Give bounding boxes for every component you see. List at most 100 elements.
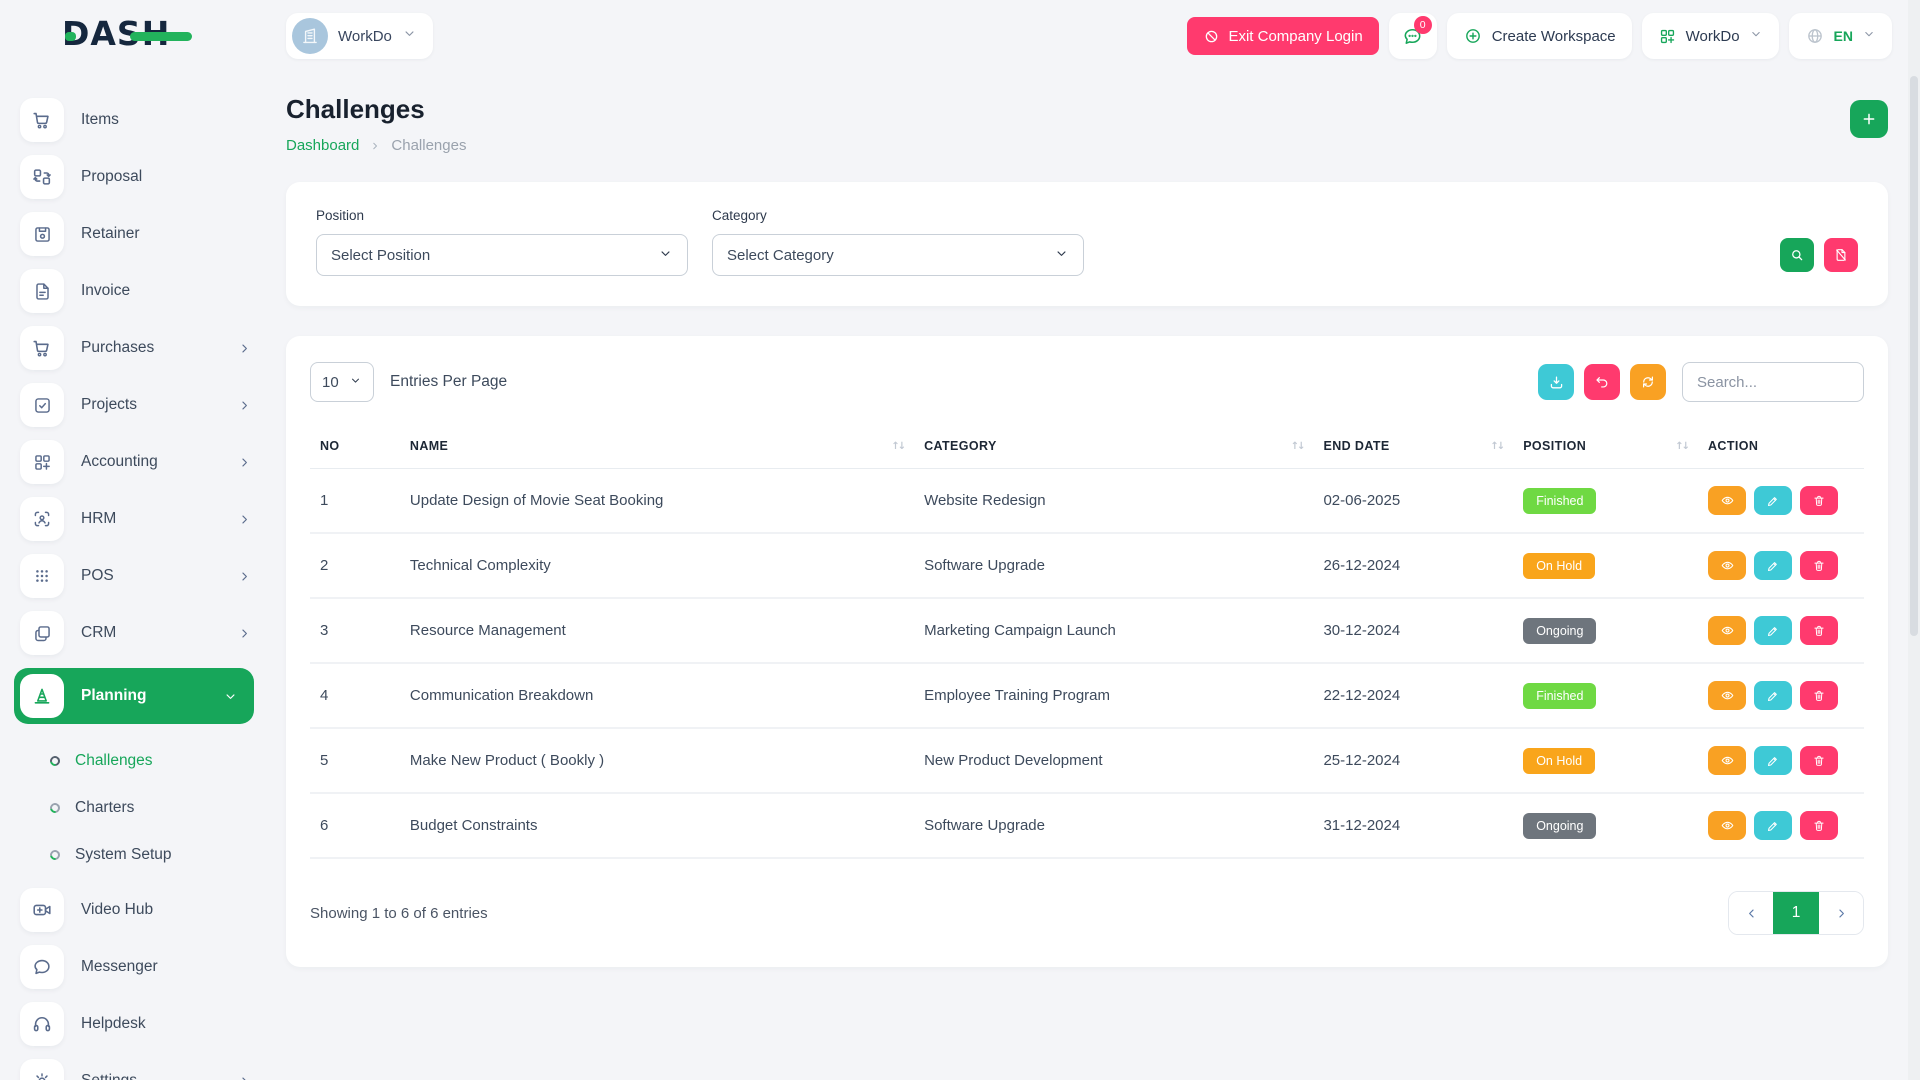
page-header: Challenges Dashboard Challenges [286, 94, 1888, 154]
undo-button[interactable] [1584, 364, 1620, 400]
sort-icon[interactable]: ↑↓ [1490, 441, 1503, 452]
edit-button[interactable] [1754, 616, 1792, 645]
create-workspace-button[interactable]: Create Workspace [1447, 13, 1632, 59]
workdo-menu-dropdown[interactable]: WorkDo [1642, 13, 1779, 59]
grid-plus-icon [1658, 27, 1677, 46]
sidebar-item-planning[interactable]: Planning [14, 668, 254, 724]
reset-filter-button[interactable] [1824, 238, 1858, 272]
sidebar-item-purchases[interactable]: Purchases [20, 326, 252, 370]
view-button[interactable] [1708, 551, 1746, 580]
breadcrumb-current: Challenges [391, 137, 466, 154]
view-button[interactable] [1708, 616, 1746, 645]
sidebar-item-proposal[interactable]: Proposal [20, 155, 252, 199]
delete-button[interactable] [1800, 681, 1838, 710]
entries-per-page-select[interactable]: 10 [310, 362, 374, 402]
delete-button[interactable] [1800, 486, 1838, 515]
view-button[interactable] [1708, 746, 1746, 775]
chevron-right-icon [369, 140, 381, 152]
row-actions [1708, 551, 1854, 580]
cell-end-date: 30-12-2024 [1313, 598, 1513, 663]
sidebar-subitem-system-setup[interactable]: System Setup [20, 831, 252, 878]
sort-icon[interactable]: ↑↓ [1291, 441, 1304, 452]
messages-button[interactable]: 0 [1389, 13, 1437, 59]
pagination-next-button[interactable] [1819, 892, 1863, 934]
chevron-down-icon [1054, 246, 1069, 265]
sidebar-item-settings[interactable]: Settings [20, 1059, 252, 1080]
column-header-name[interactable]: NAME↑↓ [400, 424, 914, 469]
sidebar-item-helpdesk[interactable]: Helpdesk [20, 1002, 252, 1046]
trash-icon [1812, 559, 1826, 573]
check-square-icon [20, 383, 64, 427]
pagination-prev-button[interactable] [1729, 892, 1773, 934]
export-button[interactable] [1538, 364, 1574, 400]
edit-button[interactable] [1754, 681, 1792, 710]
eye-icon [1720, 753, 1735, 768]
status-badge: Ongoing [1523, 618, 1596, 644]
cell-category: Website Redesign [914, 469, 1313, 534]
delete-button[interactable] [1800, 746, 1838, 775]
chevron-down-icon [223, 689, 238, 704]
status-badge: On Hold [1523, 748, 1595, 774]
chevron-right-icon [237, 341, 252, 356]
sidebar-subitem-charters[interactable]: Charters [20, 784, 252, 831]
sidebar-item-projects[interactable]: Projects [20, 383, 252, 427]
pencil-icon [1766, 559, 1780, 573]
delete-button[interactable] [1800, 811, 1838, 840]
exit-company-login-button[interactable]: Exit Company Login [1187, 17, 1378, 55]
cell-name: Make New Product ( Bookly ) [400, 728, 914, 793]
page-scrollbar[interactable] [1908, 0, 1920, 1080]
column-header-category[interactable]: CATEGORY↑↓ [914, 424, 1313, 469]
create-challenge-button[interactable] [1850, 100, 1888, 138]
sidebar-item-accounting[interactable]: Accounting [20, 440, 252, 484]
delete-button[interactable] [1800, 551, 1838, 580]
cart-icon [20, 98, 64, 142]
sidebar-item-crm[interactable]: CRM [20, 611, 252, 655]
sort-icon[interactable]: ↑↓ [1675, 441, 1688, 452]
pagination-current-page[interactable]: 1 [1773, 892, 1819, 934]
sidebar-item-invoice[interactable]: Invoice [20, 269, 252, 313]
trash-icon [1812, 689, 1826, 703]
edit-button[interactable] [1754, 746, 1792, 775]
search-icon [1789, 247, 1805, 263]
workspace-selector[interactable]: WorkDo [286, 13, 433, 59]
chevron-left-icon [1744, 906, 1759, 921]
edit-button[interactable] [1754, 486, 1792, 515]
column-header-end-date[interactable]: END DATE↑↓ [1313, 424, 1513, 469]
edit-button[interactable] [1754, 551, 1792, 580]
position-filter-label: Position [316, 208, 688, 223]
scrollbar-thumb[interactable] [1910, 76, 1918, 636]
edit-button[interactable] [1754, 811, 1792, 840]
sidebar-subitem-challenges[interactable]: Challenges [20, 737, 252, 784]
topbar: DASH WorkDo Exit Company Login 0 Create … [0, 0, 1920, 72]
pagination: 1 [1728, 891, 1864, 935]
table-row: 2 Technical Complexity Software Upgrade … [310, 533, 1864, 598]
plus-circle-icon [1463, 26, 1483, 46]
logo-accent-dash [130, 32, 192, 41]
refresh-button[interactable] [1630, 364, 1666, 400]
delete-button[interactable] [1800, 616, 1838, 645]
position-select[interactable]: Select Position [316, 234, 688, 276]
sidebar-item-retainer[interactable]: Retainer [20, 212, 252, 256]
table-search-input[interactable] [1682, 362, 1864, 402]
breadcrumb-dashboard-link[interactable]: Dashboard [286, 137, 359, 154]
view-button[interactable] [1708, 811, 1746, 840]
sort-icon[interactable]: ↑↓ [891, 441, 904, 452]
view-button[interactable] [1708, 486, 1746, 515]
eye-icon [1720, 623, 1735, 638]
sidebar-item-items[interactable]: Items [20, 98, 252, 142]
cell-no: 1 [310, 469, 400, 534]
chevron-right-icon [237, 398, 252, 413]
view-button[interactable] [1708, 681, 1746, 710]
eye-icon [1720, 688, 1735, 703]
workspace-avatar-building-icon [292, 18, 328, 54]
sidebar-item-messenger[interactable]: Messenger [20, 945, 252, 989]
language-dropdown[interactable]: EN [1789, 13, 1892, 59]
apply-filter-button[interactable] [1780, 238, 1814, 272]
challenges-table: NO NAME↑↓ CATEGORY↑↓ END DATE↑↓ POSITION… [310, 424, 1864, 859]
sidebar-item-hrm[interactable]: HRM [20, 497, 252, 541]
category-select[interactable]: Select Category [712, 234, 1084, 276]
status-badge: Ongoing [1523, 813, 1596, 839]
sidebar-item-pos[interactable]: POS [20, 554, 252, 598]
column-header-position[interactable]: POSITION↑↓ [1513, 424, 1698, 469]
sidebar-item-video-hub[interactable]: Video Hub [20, 888, 252, 932]
